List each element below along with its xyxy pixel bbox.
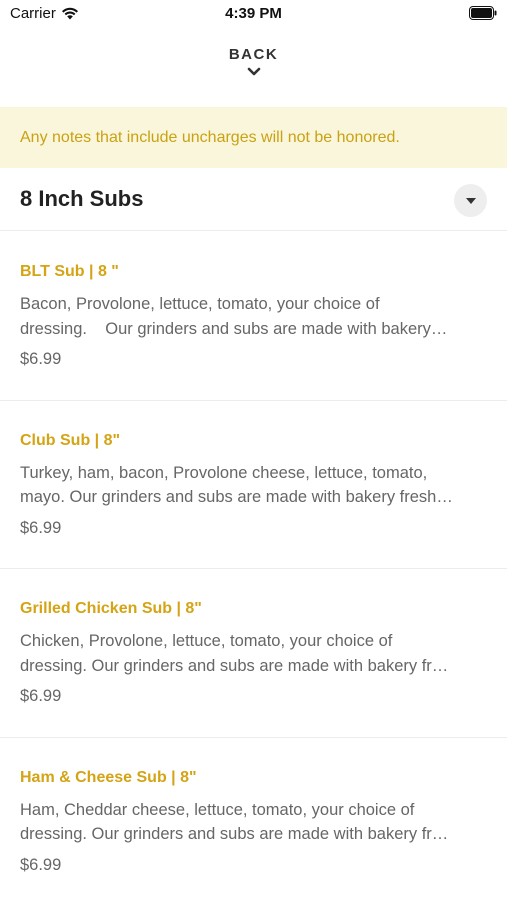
menu-item-description-line: dressing. Our grinders and subs are made… bbox=[20, 825, 449, 843]
menu-item-description: Ham, Cheddar cheese, lettuce, tomato, yo… bbox=[20, 798, 487, 847]
menu-item-name: Grilled Chicken Sub | 8" bbox=[20, 600, 202, 617]
category-title: 8 Inch Subs bbox=[20, 186, 144, 211]
menu-item-price: $6.99 bbox=[20, 518, 62, 537]
back-button[interactable]: BACK bbox=[0, 46, 507, 77]
menu-item[interactable]: Club Sub | 8" Turkey, ham, bacon, Provol… bbox=[0, 401, 507, 569]
battery-icon bbox=[469, 6, 497, 20]
menu-item-description-line: Chicken, Provolone, lettuce, tomato, you… bbox=[20, 632, 393, 650]
menu-item[interactable]: Ham & Cheese Sub | 8" Ham, Cheddar chees… bbox=[0, 738, 507, 900]
notice-text: Any notes that include uncharges will no… bbox=[20, 128, 400, 146]
category-dropdown-button[interactable] bbox=[454, 184, 487, 217]
menu-item-description: Chicken, Provolone, lettuce, tomato, you… bbox=[20, 629, 487, 678]
notice-banner: Any notes that include uncharges will no… bbox=[0, 107, 507, 168]
status-time: 4:39 PM bbox=[225, 5, 282, 22]
menu-item-price: $6.99 bbox=[20, 687, 62, 705]
menu-item-name: Ham & Cheese Sub | 8" bbox=[20, 768, 197, 786]
menu-item-description-line: Turkey, ham, bacon, Provolone cheese, le… bbox=[20, 463, 428, 482]
menu-item-list: BLT Sub | 8 " Bacon, Provolone, lettuce,… bbox=[0, 232, 507, 900]
menu-item-price: $6.99 bbox=[20, 855, 62, 874]
category-header[interactable]: 8 Inch Subs bbox=[0, 168, 507, 231]
menu-item-price: $6.99 bbox=[20, 350, 62, 368]
menu-item-description: Turkey, ham, bacon, Provolone cheese, le… bbox=[20, 461, 487, 510]
menu-item[interactable]: BLT Sub | 8 " Bacon, Provolone, lettuce,… bbox=[0, 232, 507, 401]
menu-item-description: Bacon, Provolone, lettuce, tomato, your … bbox=[20, 292, 487, 341]
menu-item-name: BLT Sub | 8 " bbox=[20, 263, 119, 280]
menu-item-description-line: mayo. Our grinders and subs are made wit… bbox=[20, 488, 453, 506]
menu-item-name: Club Sub | 8" bbox=[20, 431, 121, 449]
menu-item-description-line: Bacon, Provolone, lettuce, tomato, your … bbox=[20, 295, 380, 313]
menu-item[interactable]: Grilled Chicken Sub | 8" Chicken, Provol… bbox=[0, 569, 507, 738]
menu-item-description-line: Ham, Cheddar cheese, lettuce, tomato, yo… bbox=[20, 800, 415, 819]
back-label: BACK bbox=[228, 46, 279, 63]
menu-item-description-line: dressing. Our grinders and subs are made… bbox=[20, 319, 448, 338]
caret-down-icon bbox=[465, 197, 476, 204]
status-bar: Carrier 4:39 PM bbox=[0, 0, 507, 28]
chevron-down-icon bbox=[247, 67, 260, 76]
menu-item-description-line: dressing. Our grinders and subs are made… bbox=[20, 656, 449, 675]
